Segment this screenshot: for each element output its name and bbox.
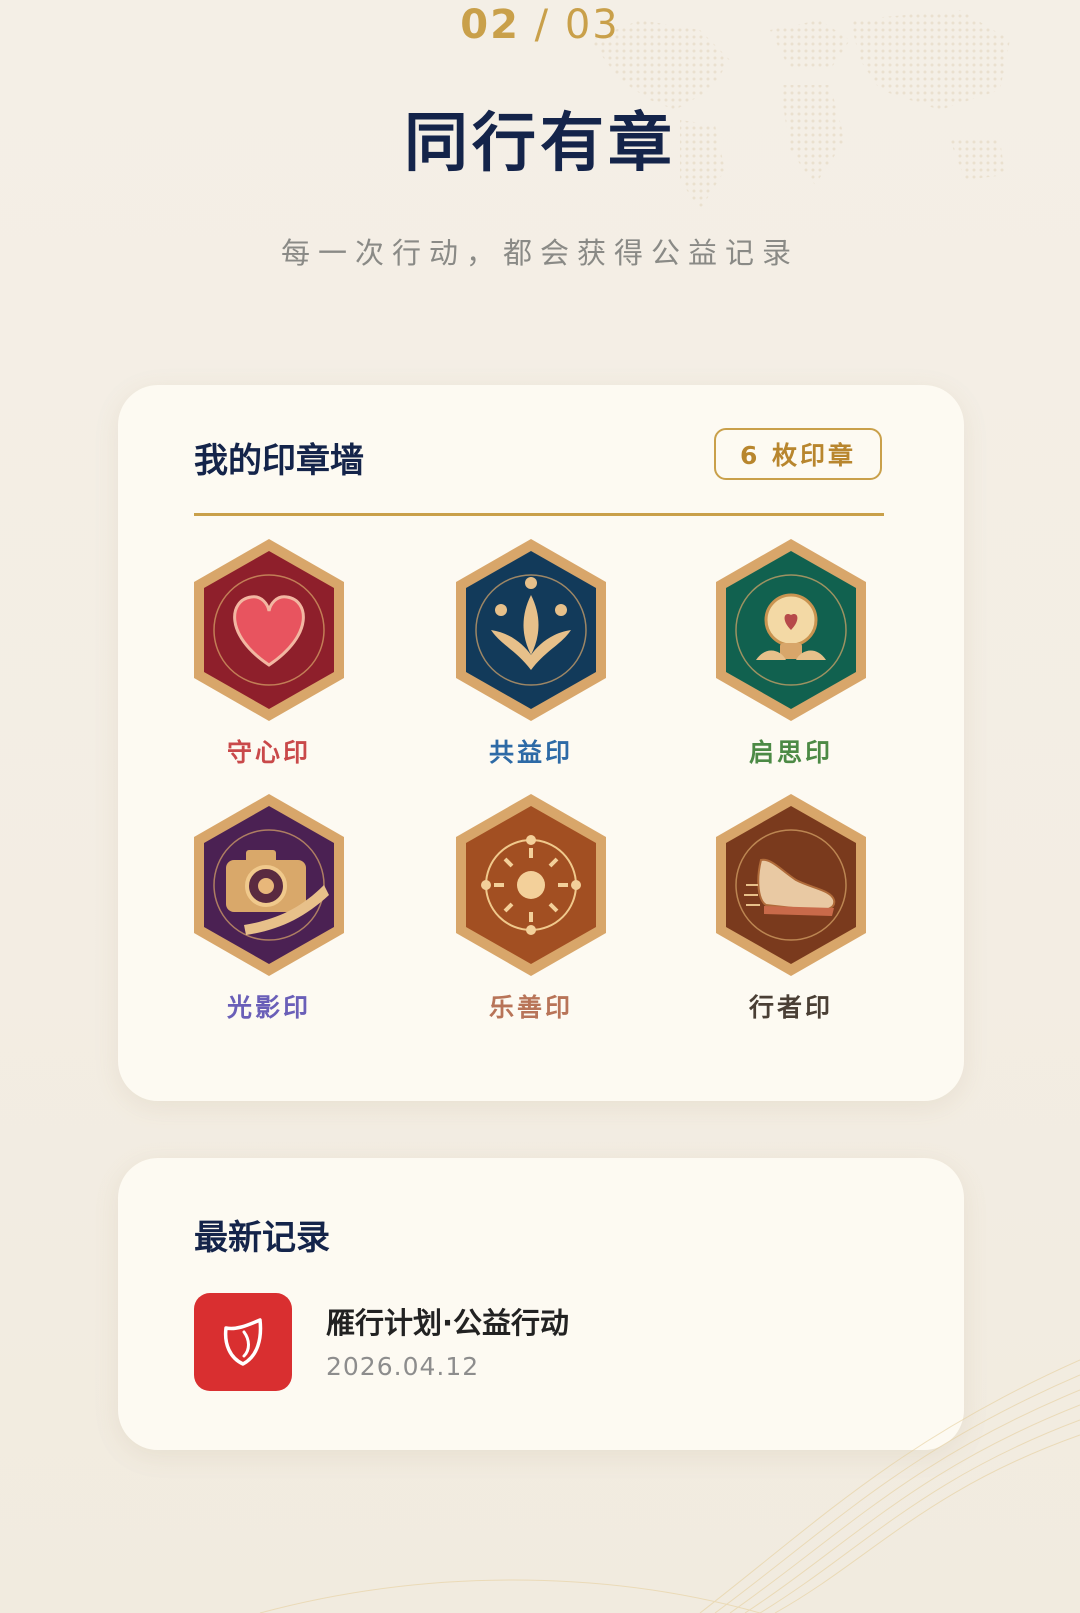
stamp-wall-card: 我的印章墙 6 枚印章 守心印 共益印 启思印 光影印 乐善印 行者印	[118, 385, 964, 1101]
badge-label: 共益印	[488, 738, 573, 767]
page-total: 03	[564, 2, 620, 48]
page-counter: 02 / 03	[0, 2, 1080, 48]
latest-record-title: 最新记录	[194, 1218, 330, 1258]
badge-label: 行者印	[748, 993, 833, 1022]
badge-shouxin[interactable]: 守心印	[174, 535, 364, 785]
badge-gongyi[interactable]: 共益印	[436, 535, 626, 785]
camera-icon	[194, 794, 344, 976]
sun-icon	[456, 794, 606, 976]
heart-icon	[194, 539, 344, 721]
running-shoe-icon	[716, 794, 866, 976]
badge-label: 乐善印	[488, 993, 573, 1022]
badge-guangying[interactable]: 光影印	[174, 790, 364, 1040]
badge-qisi[interactable]: 启思印	[696, 535, 886, 785]
lightbulb-icon	[716, 539, 866, 721]
page-title: 同行有章	[404, 107, 676, 181]
badge-label: 启思印	[748, 738, 833, 767]
page-subtitle: 每一次行动，都会获得公益记录	[280, 236, 799, 270]
badge-xingzhe[interactable]: 行者印	[696, 790, 886, 1040]
page-separator: /	[534, 2, 551, 48]
badge-leshan[interactable]: 乐善印	[436, 790, 626, 1040]
badge-label: 守心印	[226, 738, 311, 767]
decorative-swirl	[259, 1359, 1080, 1613]
leaf-sprout-icon	[456, 539, 606, 721]
page-current: 02	[460, 2, 520, 48]
badge-label: 光影印	[226, 993, 311, 1022]
stamp-count-badge[interactable]: 6 枚印章	[714, 428, 882, 480]
divider	[194, 513, 884, 516]
stamp-wall-title: 我的印章墙	[194, 441, 364, 481]
